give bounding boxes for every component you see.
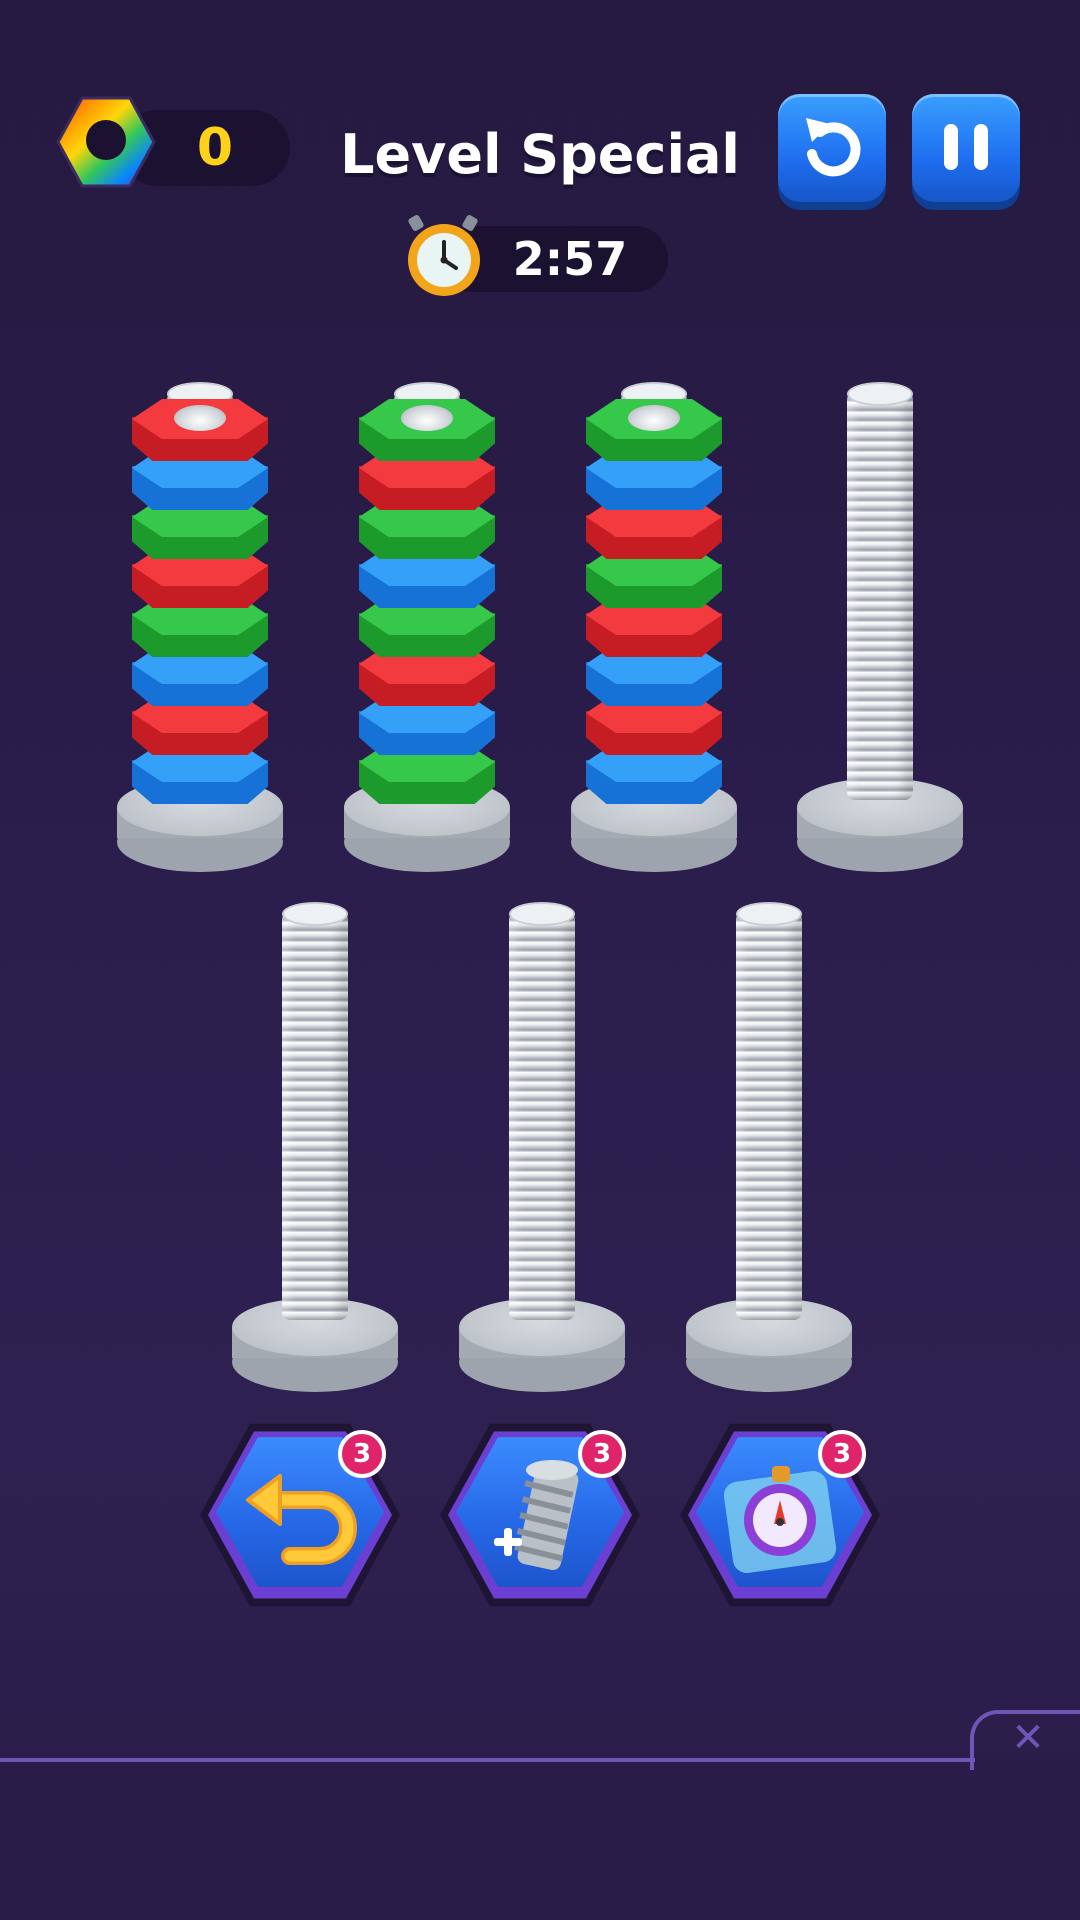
green-nut: [586, 399, 722, 463]
timer-text: 2:57: [512, 232, 628, 286]
alarm-clock-icon: [408, 215, 480, 296]
close-icon[interactable]: ✕: [1008, 1718, 1048, 1758]
add-screw-powerup-button[interactable]: 3: [440, 1420, 640, 1610]
banner-divider: [0, 1758, 975, 1762]
screw-shaft: [736, 912, 802, 1320]
rainbow-hex-nut-icon: [56, 96, 156, 188]
screw-cap: [282, 902, 348, 926]
red-nut: [132, 399, 268, 463]
screw-shaft: [509, 912, 575, 1320]
add-screw-count-badge: 3: [578, 1430, 626, 1478]
freeze-time-count-badge: 3: [818, 1430, 866, 1478]
screw-shaft: [282, 912, 348, 1320]
undo-powerup-button[interactable]: 3: [200, 1420, 400, 1610]
green-nut: [359, 399, 495, 463]
pause-icon: [944, 124, 988, 170]
screw-shaft: [847, 392, 913, 800]
restart-button[interactable]: [778, 94, 886, 202]
screw-cap: [509, 902, 575, 926]
pause-button[interactable]: [912, 94, 1020, 202]
screw-cap: [847, 382, 913, 406]
coin-count: 0: [196, 118, 234, 178]
undo-count-badge: 3: [338, 1430, 386, 1478]
freeze-time-powerup-button[interactable]: 3: [680, 1420, 880, 1610]
ad-banner-area: [0, 1762, 1080, 1920]
restart-icon: [806, 118, 861, 177]
level-title: Level Special: [340, 123, 740, 186]
screw-cap: [736, 902, 802, 926]
